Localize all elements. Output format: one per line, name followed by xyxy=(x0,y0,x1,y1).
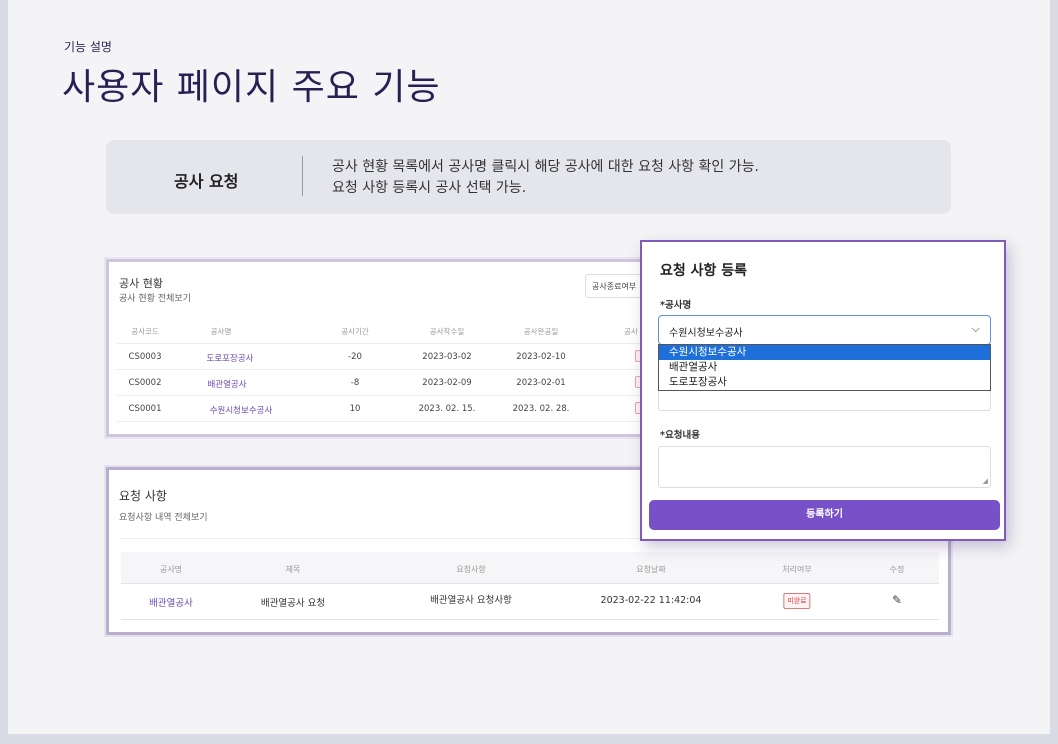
request-content: 배관열공사 요청사항 xyxy=(430,595,512,606)
col-header: 공사코드 xyxy=(131,327,159,336)
description-line-2: 요청 사항 등록시 공사 선택 가능. xyxy=(332,180,527,196)
request-project-link[interactable]: 배관열공사 xyxy=(149,595,193,609)
dropdown-option[interactable]: 도로포장공사 xyxy=(659,375,990,390)
col-header: 공사완공일 xyxy=(523,327,559,336)
project-name-link[interactable]: 배관열공사 xyxy=(207,378,246,390)
description-line-1: 공사 현황 목록에서 공사명 클릭시 해당 공사에 대한 요청 사항 확인 가능… xyxy=(332,159,759,175)
table-row: CS0002 배관열공사 -8 2023-02-09 2023-02-01 xyxy=(117,370,647,396)
panel-title: 요청 사항 xyxy=(119,489,167,503)
table-header: 공사코드 공사명 공사기간 공사착수일 공사완공일 공사 xyxy=(117,318,647,344)
slide: 기능 설명 사용자 페이지 주요 기능 공사 요청 공사 현황 목록에서 공사명… xyxy=(8,0,1050,734)
project-field-label: *공사명 xyxy=(660,300,692,311)
table-row: CS0001 수원시청보수공사 10 2023. 02. 15. 2023. 0… xyxy=(117,396,647,422)
project-period: 10 xyxy=(349,404,361,414)
panel-title: 공사 현황 xyxy=(119,277,163,290)
request-subject: 배관열공사 요청 xyxy=(260,598,326,609)
col-header: 공사명 xyxy=(159,565,183,574)
col-header: 처리여부 xyxy=(782,565,812,574)
project-start-date: 2023. 02. 15. xyxy=(418,404,476,414)
col-header: 수정 xyxy=(889,565,905,574)
project-end-date: 2023-02-10 xyxy=(516,352,566,362)
status-badge: 미완료 xyxy=(783,593,811,609)
feature-label: 공사 요청 xyxy=(174,172,239,191)
col-header: 요청날짜 xyxy=(636,565,666,574)
project-period: -20 xyxy=(348,352,362,362)
col-header: 요청사항 xyxy=(456,565,486,574)
feature-summary: 공사 요청 공사 현황 목록에서 공사명 클릭시 해당 공사에 대한 요청 사항… xyxy=(106,140,951,214)
summary-divider xyxy=(302,156,303,196)
col-header: 공사기간 xyxy=(341,327,369,336)
section-eyebrow: 기능 설명 xyxy=(64,40,112,54)
panel-subtitle: 요청사항 내역 전체보기 xyxy=(119,513,208,523)
project-period: -8 xyxy=(350,378,360,388)
dropdown-option[interactable]: 수원시청보수공사 xyxy=(659,345,990,360)
col-header: 공사 xyxy=(624,327,638,336)
project-code: CS0002 xyxy=(128,378,162,388)
project-dropdown-list: 수원시청보수공사 배관열공사 도로포장공사 xyxy=(658,344,991,391)
construction-status-panel: 공사 현황 공사 현황 전체보기 공사종료여부 공사코드 공사명 공사기간 공사… xyxy=(106,259,655,437)
project-name-link[interactable]: 도로포장공사 xyxy=(207,352,254,364)
resize-handle-icon[interactable]: ◢ xyxy=(983,477,988,485)
table-header: 공사명 제목 요청사항 요청날짜 처리여부 수정 xyxy=(121,552,939,584)
feature-description: 공사 현황 목록에서 공사명 클릭시 해당 공사에 대한 요청 사항 확인 가능… xyxy=(332,157,759,199)
dropdown-option[interactable]: 배관열공사 xyxy=(659,360,990,375)
modal-title: 요청 사항 등록 xyxy=(660,263,748,279)
table-row: 배관열공사 배관열공사 요청 배관열공사 요청사항 2023-02-22 11:… xyxy=(121,584,939,620)
col-header: 공사착수일 xyxy=(429,327,465,336)
table-row: CS0003 도로포장공사 -20 2023-03-02 2023-02-10 xyxy=(117,344,647,370)
pencil-icon[interactable]: ✎ xyxy=(892,593,902,607)
submit-button[interactable]: 등록하기 xyxy=(649,500,1000,530)
chevron-down-icon: ⌵ xyxy=(971,322,980,335)
page-title: 사용자 페이지 주요 기능 xyxy=(62,67,441,108)
request-register-modal: 요청 사항 등록 *공사명 수원시청보수공사 ⌵ 수원시청보수공사 배관열공사 … xyxy=(640,240,1006,541)
request-content-textarea[interactable]: ◢ xyxy=(658,446,991,488)
request-date: 2023-02-22 11:42:04 xyxy=(600,595,702,606)
content-field-label: *요청내용 xyxy=(660,430,700,441)
project-name-link[interactable]: 수원시청보수공사 xyxy=(210,404,273,416)
panel-subtitle: 공사 현황 전체보기 xyxy=(119,294,191,304)
selected-project: 수원시청보수공사 xyxy=(669,328,743,339)
project-end-date: 2023. 02. 28. xyxy=(512,404,570,414)
project-end-date: 2023-02-01 xyxy=(516,378,566,388)
project-start-date: 2023-03-02 xyxy=(422,352,472,362)
project-select[interactable]: 수원시청보수공사 ⌵ xyxy=(658,315,991,345)
project-code: CS0001 xyxy=(128,404,162,414)
project-start-date: 2023-02-09 xyxy=(422,378,472,388)
col-header: 제목 xyxy=(285,565,301,574)
project-code: CS0003 xyxy=(128,352,162,362)
col-header: 공사명 xyxy=(210,327,232,336)
